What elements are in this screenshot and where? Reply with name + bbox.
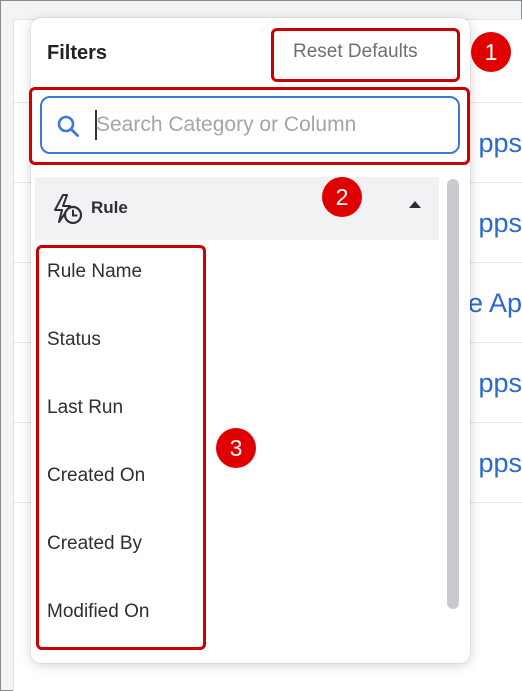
chevron-up-icon[interactable] [409,201,421,208]
category-header-rule[interactable]: Rule [35,177,439,240]
column-item-rule-name[interactable]: Rule Name [47,261,142,283]
table-link[interactable]: pps [478,126,522,160]
column-item-created-by[interactable]: Created By [47,533,142,555]
scrollbar-thumb[interactable] [447,179,459,609]
filters-title: Filters [47,42,108,64]
text-cursor [95,110,97,140]
column-item-created-on[interactable]: Created On [47,465,145,487]
table-link[interactable]: pps [478,446,522,480]
filters-popover: Filters Reset Defaults Rule Rule Name St… [31,18,470,663]
annotation-badge: 1 [471,32,511,72]
search-icon [57,115,79,137]
rule-lightning-clock-icon [54,194,83,225]
column-item-status[interactable]: Status [47,329,101,351]
annotation-badge: 3 [216,428,256,468]
popover-caret [259,19,289,49]
table-link[interactable]: pps [478,206,522,240]
search-input[interactable] [96,110,446,140]
column-item-modified-on[interactable]: Modified On [47,601,149,623]
table-link[interactable]: e Ap [468,286,522,320]
scrollbar[interactable] [445,177,461,647]
annotation-badge: 2 [322,177,362,217]
category-label: Rule [91,198,128,217]
table-link[interactable]: pps [478,366,522,400]
reset-defaults-button[interactable]: Reset Defaults [293,41,418,63]
search-box[interactable] [40,96,460,154]
column-item-last-run[interactable]: Last Run [47,397,123,419]
